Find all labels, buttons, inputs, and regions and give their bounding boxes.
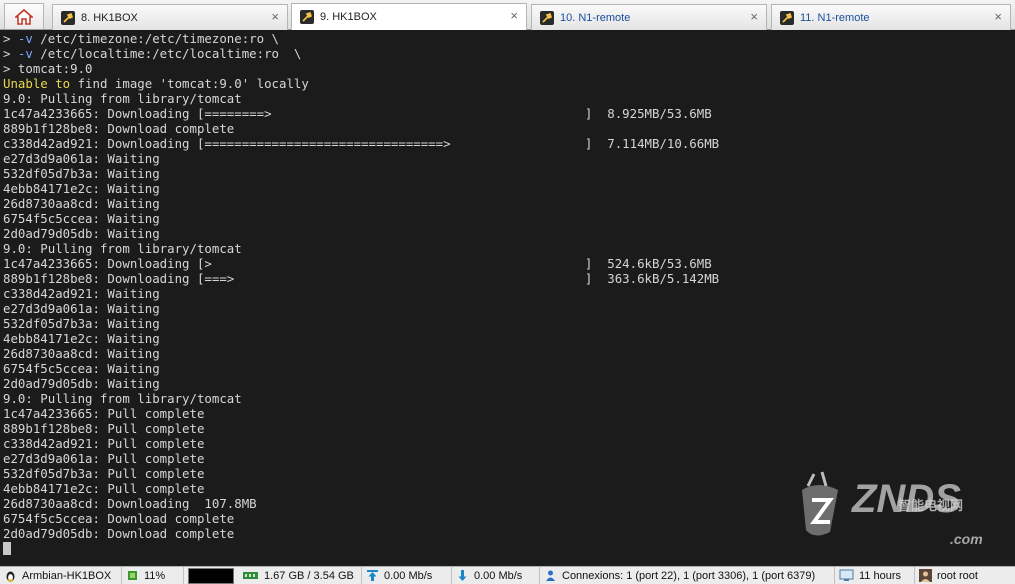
terminal-tool-icon xyxy=(300,10,314,24)
upload-arrow-icon xyxy=(367,570,378,581)
terminal-line: 889b1f128be8: Downloading [===> ] 363.6k… xyxy=(3,271,720,286)
monitor-icon xyxy=(839,569,854,581)
terminal-line: 9.0: Pulling from library/tomcat xyxy=(3,91,242,106)
host-label: Armbian-HK1BOX xyxy=(22,569,112,582)
tab-label: 9. HK1BOX xyxy=(320,11,377,23)
download-value: 0.00 Mb/s xyxy=(474,569,523,582)
terminal-line: Unable to find image 'tomcat:9.0' locall… xyxy=(3,76,1015,91)
terminal-line: c338d42ad921: Waiting xyxy=(3,286,160,301)
user-value: root root xyxy=(937,569,978,582)
status-upload[interactable]: 0.00 Mb/s xyxy=(362,566,452,584)
download-arrow-icon xyxy=(458,570,467,581)
terminal-line: 2d0ad79d05db: Waiting xyxy=(3,226,160,241)
terminal-tool-icon xyxy=(780,10,794,25)
terminal-line: 532df05d7b3a: Waiting xyxy=(3,166,160,181)
cmd-text: /etc/localtime:/etc/localtime:ro \ xyxy=(32,46,302,61)
tab-8-hk1box[interactable]: 8. HK1BOX × xyxy=(52,4,288,30)
terminal-line: 1c47a4233665: Downloading [========> ] 8… xyxy=(3,106,712,121)
status-host[interactable]: Armbian-HK1BOX xyxy=(0,566,122,584)
close-icon[interactable]: × xyxy=(510,9,518,23)
terminal-line: > tomcat:9.0 xyxy=(3,61,93,76)
tab-9-hk1box[interactable]: 9. HK1BOX × xyxy=(291,3,527,30)
tab-label: 8. HK1BOX xyxy=(81,11,138,24)
close-icon[interactable]: × xyxy=(994,10,1002,24)
terminal-tool-icon xyxy=(540,10,554,25)
terminal-line: 6754f5c5ccea: Waiting xyxy=(3,361,160,376)
ram-icon xyxy=(243,572,258,579)
prompt-marker: > xyxy=(3,31,18,46)
highlight-text: Unable to xyxy=(3,76,71,91)
watermark-suffix: .com xyxy=(950,531,983,547)
tux-icon xyxy=(6,571,15,582)
status-cpu[interactable]: 11% xyxy=(122,566,184,584)
cmd-text: /etc/timezone:/etc/timezone:ro \ xyxy=(32,31,280,46)
terminal-tool-icon xyxy=(61,10,75,25)
status-memory[interactable]: 1.67 GB / 3.54 GB xyxy=(238,566,362,584)
user-icon xyxy=(919,569,932,582)
uptime-value: 11 hours xyxy=(859,569,901,582)
status-download[interactable]: 0.00 Mb/s xyxy=(452,566,540,584)
terminal-line: > -v /etc/timezone:/etc/timezone:ro \ xyxy=(3,31,1015,46)
terminal-line: 9.0: Pulling from library/tomcat xyxy=(3,241,242,256)
watermark-cn: 智能电视网 xyxy=(898,498,963,514)
terminal-line: 6754f5c5ccea: Waiting xyxy=(3,211,160,226)
terminal-line: 532df05d7b3a: Waiting xyxy=(3,316,160,331)
tab-label: 10. N1-remote xyxy=(560,11,631,24)
znds-logo: ZNDS .com 智能电视网 xyxy=(802,471,983,547)
cpu-icon xyxy=(128,571,137,580)
terminal-line: c338d42ad921: Downloading [=============… xyxy=(3,136,720,151)
status-uptime[interactable]: 11 hours xyxy=(835,566,915,584)
terminal-line: 1c47a4233665: Pull complete xyxy=(3,406,205,421)
cpu-graph xyxy=(188,567,234,584)
status-bar: Armbian-HK1BOX 11% 1.67 GB / 3.54 GB 0.0… xyxy=(0,566,1015,584)
terminal-line: > -v /etc/localtime:/etc/localtime:ro \ xyxy=(3,46,1015,61)
terminal-line: 4ebb84171e2c: Waiting xyxy=(3,331,160,346)
cpu-value: 11% xyxy=(144,569,166,582)
tab-bar: 8. HK1BOX × 9. HK1BOX × 10. N1-remote × … xyxy=(0,0,1015,30)
home-button[interactable] xyxy=(4,3,44,29)
terminal-line: 9.0: Pulling from library/tomcat xyxy=(3,391,242,406)
prompt-marker: > xyxy=(3,46,18,61)
tab-11-n1-remote[interactable]: 11. N1-remote × xyxy=(771,4,1011,30)
terminal-cursor xyxy=(3,542,11,555)
znds-watermark: ZNDS .com 智能电视网 xyxy=(800,456,1000,556)
memory-value: 1.67 GB / 3.54 GB xyxy=(264,569,354,582)
terminal-line: 2d0ad79d05db: Waiting xyxy=(3,376,160,391)
terminal-line: 889b1f128be8: Pull complete xyxy=(3,421,205,436)
line-text: find image 'tomcat:9.0' locally xyxy=(70,76,309,91)
network-user-icon xyxy=(546,570,555,581)
status-user[interactable]: root root xyxy=(915,567,995,584)
terminal-line: 26d8730aa8cd: Waiting xyxy=(3,346,160,361)
terminal-line: 889b1f128be8: Download complete xyxy=(3,121,235,136)
terminal-line: 26d8730aa8cd: Waiting xyxy=(3,196,160,211)
close-icon[interactable]: × xyxy=(271,10,279,24)
terminal-line: e27d3d9a061a: Waiting xyxy=(3,151,160,166)
status-connections[interactable]: Connexions: 1 (port 22), 1 (port 3306), … xyxy=(540,566,835,584)
terminal-line: e27d3d9a061a: Waiting xyxy=(3,301,160,316)
terminal-line: 4ebb84171e2c: Waiting xyxy=(3,181,160,196)
cmd-option: -v xyxy=(17,31,33,46)
close-icon[interactable]: × xyxy=(750,10,758,24)
tab-10-n1-remote[interactable]: 10. N1-remote × xyxy=(531,4,767,30)
terminal-line: 1c47a4233665: Downloading [> ] 524.6kB/5… xyxy=(3,256,712,271)
cmd-option: -v xyxy=(17,46,33,61)
connections-value: Connexions: 1 (port 22), 1 (port 3306), … xyxy=(562,569,816,582)
tab-label: 11. N1-remote xyxy=(800,11,870,24)
upload-value: 0.00 Mb/s xyxy=(384,569,433,582)
home-icon xyxy=(15,8,33,25)
terminal-line: c338d42ad921: Pull complete xyxy=(3,436,205,451)
